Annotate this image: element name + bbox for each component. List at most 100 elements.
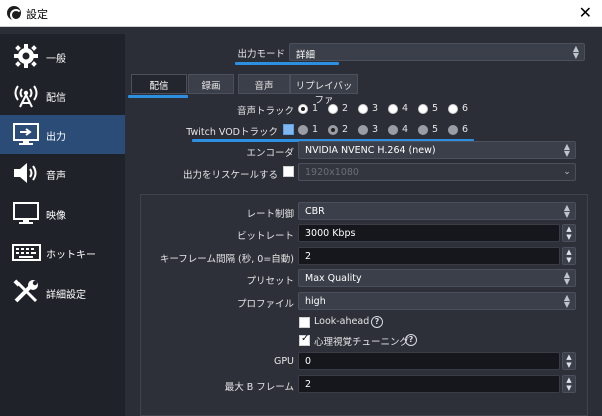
twitch-vod-radio-1[interactable] xyxy=(298,125,308,135)
gpu-value: 0 xyxy=(305,356,312,367)
sidebar-item-advanced[interactable]: 詳細設定 xyxy=(0,273,125,312)
keyframe-interval-label: キーフレーム間隔 (秒, 0=自動) xyxy=(159,254,294,265)
sidebar-item-label: 詳細設定 xyxy=(46,290,86,301)
rate-control-label: レート制御 xyxy=(246,209,294,220)
bframes-value: 2 xyxy=(305,379,312,390)
twitch-vod-radio-5[interactable] xyxy=(418,125,428,135)
max-bframes-spinbox[interactable]: 2 xyxy=(298,375,560,393)
tab-stream[interactable]: 配信 xyxy=(131,74,187,94)
twitch-vod-radio-3[interactable] xyxy=(358,125,368,135)
encoder-label: エンコーダ xyxy=(246,148,294,159)
settings-sidebar: 一般 配信 出力 音声 映像 ホットキー 詳細設定 xyxy=(0,34,125,416)
audio-track-radio-5[interactable] xyxy=(418,104,428,114)
sidebar-item-label: 音声 xyxy=(46,171,66,182)
spin-up-down-button[interactable]: ▲ ▼ xyxy=(562,247,576,265)
twitch-vod-radio-group: 1 2 3 4 5 6 xyxy=(298,124,478,139)
rescale-label: 出力をリスケールする xyxy=(182,170,278,181)
twitch-vod-radio-4[interactable] xyxy=(388,125,398,135)
profile-label: プロファイル xyxy=(236,299,294,310)
twitch-vod-radio-2[interactable] xyxy=(328,125,338,135)
tab-audio[interactable]: 音声 xyxy=(238,74,290,94)
bitrate-label: ビットレート xyxy=(236,231,294,242)
radio-label: 6 xyxy=(462,124,469,135)
output-monitor-icon xyxy=(13,123,39,145)
gpu-spinbox[interactable]: 0 xyxy=(298,352,560,370)
updown-arrows-icon: ▲ ▼ xyxy=(563,293,571,309)
lookahead-label: Look-ahead xyxy=(314,316,370,327)
updown-arrows-icon: ▲ ▼ xyxy=(563,203,571,219)
updown-arrows-icon: ▲ ▼ xyxy=(572,44,580,60)
radio-label: 2 xyxy=(342,103,349,114)
encoder-select[interactable]: NVIDIA NVENC H.264 (new) ▲ ▼ xyxy=(298,141,576,159)
window-title: 設定 xyxy=(26,8,48,21)
audio-track-radio-2[interactable] xyxy=(328,104,338,114)
audio-track-radio-3[interactable] xyxy=(358,104,368,114)
close-icon[interactable]: ✕ xyxy=(579,3,592,22)
radio-label: 2 xyxy=(342,124,349,135)
vertical-scrollbar[interactable] xyxy=(588,34,602,416)
speaker-icon xyxy=(14,163,37,183)
spin-up-down-button[interactable]: ▲ ▼ xyxy=(562,224,576,242)
sidebar-item-general[interactable]: 一般 xyxy=(0,37,125,76)
spin-up-down-button[interactable]: ▲ ▼ xyxy=(562,352,576,370)
encoder-value: NVIDIA NVENC H.264 (new) xyxy=(305,145,436,156)
audio-track-radio-4[interactable] xyxy=(388,104,398,114)
radio-label: 5 xyxy=(432,124,439,135)
max-bframes-label: 最大 B フレーム xyxy=(224,382,294,393)
rate-control-value: CBR xyxy=(305,206,325,217)
bitrate-value: 3000 Kbps xyxy=(305,228,356,239)
highlight-underline xyxy=(235,62,339,65)
gpu-label: GPU xyxy=(273,356,294,367)
highlight-underline xyxy=(128,95,188,98)
sidebar-item-stream[interactable]: 配信 xyxy=(0,76,125,115)
audio-track-radio-group: 1 2 3 4 5 6 xyxy=(298,103,478,118)
psychovisual-tuning-checkbox[interactable] xyxy=(299,333,310,346)
sidebar-item-label: 一般 xyxy=(46,54,66,65)
keyframe-value: 2 xyxy=(305,251,312,262)
audio-track-label: 音声トラック xyxy=(236,106,294,117)
sidebar-item-label: ホットキー xyxy=(46,250,96,261)
preset-label: プリセット xyxy=(246,276,294,287)
preset-value: Max Quality xyxy=(305,273,362,284)
radio-label: 3 xyxy=(372,103,379,114)
rescale-checkbox[interactable] xyxy=(283,166,294,177)
sidebar-item-output[interactable]: 出力 xyxy=(0,115,125,154)
spin-up-down-button[interactable]: ▲ ▼ xyxy=(562,375,576,393)
sidebar-item-label: 配信 xyxy=(46,93,66,104)
profile-value: high xyxy=(305,296,326,307)
tab-replay-buffer[interactable]: リプレイバッファ xyxy=(290,74,358,106)
bitrate-spinbox[interactable]: 3000 Kbps xyxy=(298,224,560,242)
sidebar-item-audio[interactable]: 音声 xyxy=(0,154,125,193)
output-mode-label: 出力モード xyxy=(237,49,285,60)
twitch-vod-radio-6[interactable] xyxy=(448,125,458,135)
rate-control-select[interactable]: CBR ▲ ▼ xyxy=(298,202,576,220)
preset-select[interactable]: Max Quality ▲ ▼ xyxy=(298,269,576,287)
sidebar-item-hotkeys[interactable]: ホットキー xyxy=(0,233,125,272)
help-icon[interactable]: ? xyxy=(405,334,417,346)
profile-select[interactable]: high ▲ ▼ xyxy=(298,292,576,310)
radio-label: 1 xyxy=(312,103,319,114)
title-bar: 設定 ✕ xyxy=(0,0,602,27)
output-mode-select[interactable]: 詳細 ▲ ▼ xyxy=(289,43,585,61)
audio-track-radio-6[interactable] xyxy=(448,104,458,114)
tab-recording[interactable]: 録画 xyxy=(188,74,234,94)
radio-label: 1 xyxy=(312,124,319,135)
obs-logo-icon xyxy=(7,6,22,21)
audio-track-radio-1[interactable] xyxy=(298,104,308,114)
keyboard-icon xyxy=(12,244,41,261)
radio-label: 3 xyxy=(372,124,379,135)
keyframe-interval-spinbox[interactable]: 2 xyxy=(298,247,560,265)
twitch-vod-label: Twitch VODトラック xyxy=(186,127,278,138)
help-icon[interactable]: ? xyxy=(371,316,383,328)
chevron-down-icon: ⌄ xyxy=(563,167,571,177)
radio-label: 4 xyxy=(402,124,409,135)
sidebar-item-label: 出力 xyxy=(46,132,66,143)
rescale-resolution-select[interactable]: 1920x1080 ⌄ xyxy=(298,163,576,181)
twitch-vod-checkbox[interactable] xyxy=(283,124,294,135)
sidebar-item-video[interactable]: 映像 xyxy=(0,194,125,233)
radio-label: 5 xyxy=(432,103,439,114)
updown-arrows-icon: ▲ ▼ xyxy=(563,142,571,158)
radio-label: 4 xyxy=(402,103,409,114)
broadcast-icon xyxy=(14,85,38,108)
lookahead-checkbox[interactable] xyxy=(299,317,310,328)
